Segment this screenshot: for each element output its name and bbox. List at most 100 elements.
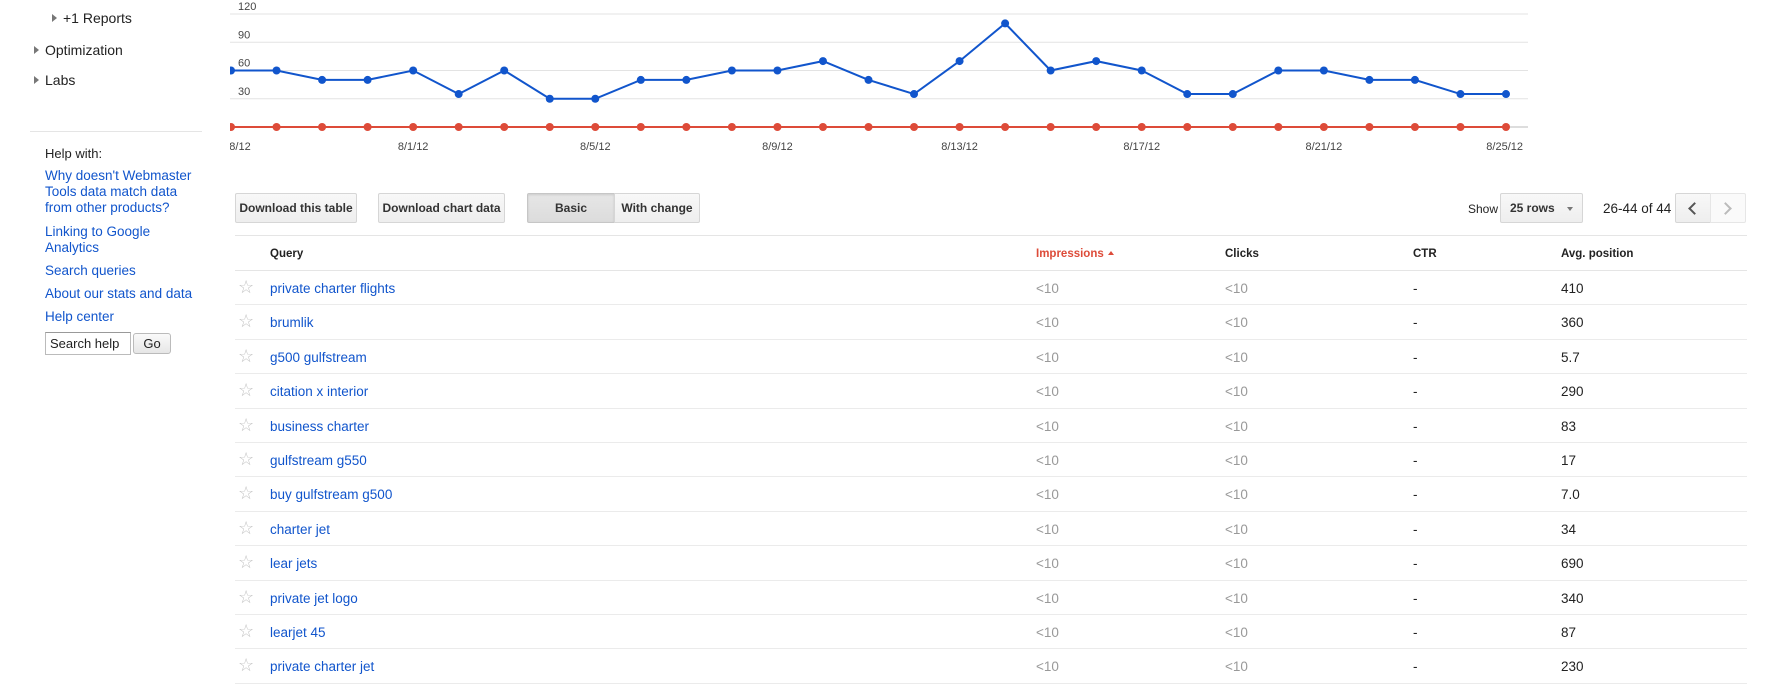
nav-item-plus1-reports[interactable]: +1 Reports	[52, 10, 132, 26]
data-point[interactable]	[230, 123, 235, 131]
data-point[interactable]	[955, 123, 964, 131]
star-icon[interactable]: ☆	[238, 381, 254, 399]
column-header-avg-position[interactable]: Avg. position	[1561, 248, 1633, 260]
data-point[interactable]	[773, 66, 782, 75]
data-point[interactable]	[1046, 123, 1055, 131]
data-point[interactable]	[591, 94, 600, 103]
column-header-ctr[interactable]: CTR	[1413, 248, 1437, 260]
query-link[interactable]: lear jets	[270, 556, 317, 571]
query-link[interactable]: learjet 45	[270, 625, 326, 640]
data-point[interactable]	[1092, 57, 1101, 66]
data-point[interactable]	[864, 123, 873, 131]
data-point[interactable]	[818, 123, 827, 131]
data-point[interactable]	[1183, 123, 1192, 131]
query-link[interactable]: g500 gulfstream	[270, 350, 367, 365]
column-header-impressions[interactable]: Impressions	[1036, 248, 1114, 260]
data-point[interactable]	[272, 66, 281, 75]
query-link[interactable]: business charter	[270, 419, 369, 434]
query-link[interactable]: private jet logo	[270, 591, 358, 606]
star-icon[interactable]: ☆	[238, 347, 254, 365]
help-link-help-center[interactable]: Help center	[45, 309, 195, 325]
data-point[interactable]	[1183, 90, 1192, 99]
data-point[interactable]	[1410, 75, 1419, 84]
previous-page-button[interactable]	[1675, 193, 1711, 223]
data-point[interactable]	[1001, 19, 1010, 28]
star-icon[interactable]: ☆	[238, 484, 254, 502]
star-icon[interactable]: ☆	[238, 519, 254, 537]
data-point[interactable]	[1319, 66, 1328, 75]
star-icon[interactable]: ☆	[238, 312, 254, 330]
data-point[interactable]	[1092, 123, 1101, 131]
data-point[interactable]	[864, 75, 873, 84]
help-link-google-analytics[interactable]: Linking to Google Analytics	[45, 224, 195, 256]
query-link[interactable]: charter jet	[270, 522, 330, 537]
basic-view-toggle[interactable]: Basic	[527, 193, 615, 223]
with-change-view-toggle[interactable]: With change	[614, 193, 700, 223]
data-point[interactable]	[454, 90, 463, 99]
data-point[interactable]	[1502, 90, 1510, 99]
query-link[interactable]: brumlik	[270, 315, 314, 330]
query-link[interactable]: gulfstream g550	[270, 453, 367, 468]
data-point[interactable]	[500, 66, 509, 75]
data-point[interactable]	[545, 94, 554, 103]
data-point[interactable]	[910, 90, 919, 99]
data-point[interactable]	[773, 123, 782, 131]
query-link[interactable]: private charter jet	[270, 659, 374, 674]
help-link-stats-data[interactable]: About our stats and data	[45, 286, 195, 302]
data-point[interactable]	[955, 57, 964, 66]
data-point[interactable]	[363, 75, 372, 84]
data-point[interactable]	[1001, 123, 1010, 131]
data-point[interactable]	[636, 75, 645, 84]
data-point[interactable]	[591, 123, 600, 131]
nav-item-labs[interactable]: Labs	[34, 72, 75, 88]
data-point[interactable]	[636, 123, 645, 131]
query-link[interactable]: citation x interior	[270, 384, 368, 399]
query-link[interactable]: buy gulfstream g500	[270, 487, 392, 502]
next-page-button[interactable]	[1710, 193, 1746, 223]
star-icon[interactable]: ☆	[238, 278, 254, 296]
help-link-search-queries[interactable]: Search queries	[45, 263, 195, 279]
data-point[interactable]	[1319, 123, 1328, 131]
star-icon[interactable]: ☆	[238, 622, 254, 640]
column-header-query[interactable]: Query	[270, 248, 303, 260]
data-point[interactable]	[1410, 123, 1419, 131]
data-point[interactable]	[1228, 123, 1237, 131]
data-point[interactable]	[318, 123, 327, 131]
query-link[interactable]: private charter flights	[270, 281, 395, 296]
star-icon[interactable]: ☆	[238, 656, 254, 674]
data-point[interactable]	[818, 57, 827, 66]
data-point[interactable]	[409, 123, 418, 131]
data-point[interactable]	[1456, 123, 1465, 131]
data-point[interactable]	[500, 123, 509, 131]
data-point[interactable]	[1456, 90, 1465, 99]
nav-item-optimization[interactable]: Optimization	[34, 42, 123, 58]
data-point[interactable]	[1274, 123, 1283, 131]
data-point[interactable]	[727, 66, 736, 75]
star-icon[interactable]: ☆	[238, 553, 254, 571]
star-icon[interactable]: ☆	[238, 588, 254, 606]
data-point[interactable]	[363, 123, 372, 131]
data-point[interactable]	[682, 123, 691, 131]
data-point[interactable]	[1046, 66, 1055, 75]
data-point[interactable]	[1365, 75, 1374, 84]
data-point[interactable]	[1137, 123, 1146, 131]
data-point[interactable]	[1502, 123, 1510, 131]
download-table-button[interactable]: Download this table	[235, 193, 357, 223]
help-go-button[interactable]: Go	[133, 333, 171, 354]
star-icon[interactable]: ☆	[238, 416, 254, 434]
data-point[interactable]	[1228, 90, 1237, 99]
download-chart-data-button[interactable]: Download chart data	[378, 193, 505, 223]
help-search-input[interactable]	[45, 332, 131, 355]
data-point[interactable]	[1137, 66, 1146, 75]
data-point[interactable]	[727, 123, 736, 131]
data-point[interactable]	[409, 66, 418, 75]
data-point[interactable]	[545, 123, 554, 131]
data-point[interactable]	[1365, 123, 1374, 131]
star-icon[interactable]: ☆	[238, 450, 254, 468]
data-point[interactable]	[454, 123, 463, 131]
column-header-clicks[interactable]: Clicks	[1225, 248, 1259, 260]
data-point[interactable]	[272, 123, 281, 131]
data-point[interactable]	[230, 66, 235, 75]
rows-per-page-select[interactable]: 25 rows	[1500, 193, 1583, 223]
data-point[interactable]	[682, 75, 691, 84]
